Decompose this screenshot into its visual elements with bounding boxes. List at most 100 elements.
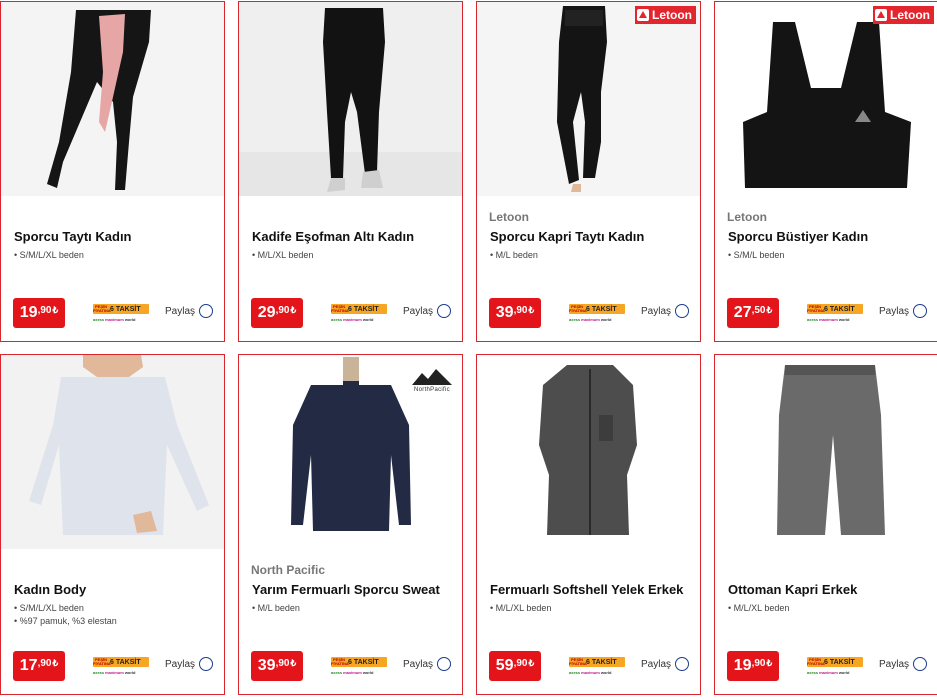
product-image[interactable] xyxy=(715,355,937,549)
card-maximum: maximum xyxy=(343,669,362,675)
currency-symbol: ₺ xyxy=(52,657,59,668)
product-details: • S/M/L/XL beden • %97 pamuk, %3 elestan xyxy=(14,602,117,628)
product-image[interactable] xyxy=(1,2,224,196)
product-name[interactable]: Sporcu Büstiyer Kadın xyxy=(728,229,868,244)
share-button[interactable]: Paylaş xyxy=(879,304,928,318)
product-name[interactable]: Sporcu Taytı Kadın xyxy=(14,229,132,244)
product-name[interactable]: Ottoman Kapri Erkek xyxy=(728,582,857,597)
price-decimal: ,90 xyxy=(275,304,290,316)
product-details: • M/L/XL beden xyxy=(728,602,789,615)
price-tag: 19,90 ₺ xyxy=(727,651,779,681)
share-button[interactable]: Paylaş xyxy=(165,657,214,671)
price-integer: 29 xyxy=(257,304,276,321)
share-circle-icon[interactable] xyxy=(437,304,452,318)
card-maximum: maximum xyxy=(819,669,838,675)
share-label: Paylaş xyxy=(165,305,196,317)
product-details: • M/L/XL beden xyxy=(252,249,313,262)
taksit-label: 6 TAKSİT xyxy=(348,658,379,666)
card-world: world xyxy=(838,669,850,675)
share-circle-icon[interactable] xyxy=(675,657,690,671)
card-world: world xyxy=(362,316,374,322)
card-maximum: maximum xyxy=(105,316,124,322)
product-card[interactable]: Letoon Letoon Sporcu Kapri Taytı Kadın •… xyxy=(476,1,701,342)
share-button[interactable]: Paylaş xyxy=(879,657,928,671)
price-decimal: ,90 xyxy=(37,304,52,316)
share-circle-icon[interactable] xyxy=(199,304,214,318)
card-maximum: maximum xyxy=(581,669,600,675)
detail-line: • S/M/L/XL beden xyxy=(14,250,84,260)
product-card[interactable]: Kadife Eşofman Altı Kadın • M/L/XL beden… xyxy=(238,1,463,342)
pesin-label: PEŞİN FİYATINA xyxy=(807,657,825,666)
card-maximum: maximum xyxy=(819,316,838,322)
card-world: world xyxy=(600,669,612,675)
installment-badge: PEŞİN FİYATINA 6 TAKSİT axess maximum world xyxy=(331,657,387,677)
product-card[interactable]: Kadın Body • S/M/L/XL beden • %97 pamuk,… xyxy=(0,354,225,695)
share-button[interactable]: Paylaş xyxy=(641,657,690,671)
product-name[interactable]: Fermuarlı Softshell Yelek Erkek xyxy=(490,582,683,597)
product-details: • S/M/L/XL beden xyxy=(14,249,84,262)
share-button[interactable]: Paylaş xyxy=(403,657,452,671)
price-decimal: ,90 xyxy=(513,304,528,316)
price-decimal: ,90 xyxy=(513,657,528,669)
product-name[interactable]: Yarım Fermuarlı Sporcu Sweat xyxy=(252,582,440,597)
currency-symbol: ₺ xyxy=(528,657,535,668)
price-integer: 19 xyxy=(733,657,752,674)
product-image[interactable] xyxy=(477,355,700,549)
share-circle-icon[interactable] xyxy=(913,657,928,671)
share-button[interactable]: Paylaş xyxy=(641,304,690,318)
price-integer: 19 xyxy=(19,304,38,321)
sports-bra-image xyxy=(715,2,937,196)
card-world: world xyxy=(124,669,136,675)
installment-badge: PEŞİN FİYATINA 6 TAKSİT axess maximum world xyxy=(93,304,149,324)
product-card[interactable]: Letoon Letoon Sporcu Büstiyer Kadın • S/… xyxy=(714,1,937,342)
product-card[interactable]: Ottoman Kapri Erkek • M/L/XL beden 19,90… xyxy=(714,354,937,695)
card-maximum: maximum xyxy=(343,316,362,322)
product-name[interactable]: Kadın Body xyxy=(14,582,86,597)
capri-shorts-image xyxy=(715,355,937,549)
share-label: Paylaş xyxy=(879,305,910,317)
card-axess: axess xyxy=(807,316,819,322)
letoon-logo-badge: Letoon xyxy=(635,6,696,24)
product-image[interactable] xyxy=(239,2,462,196)
product-image[interactable]: NorthPacific xyxy=(239,355,462,549)
product-card[interactable]: Sporcu Taytı Kadın • S/M/L/XL beden 19,9… xyxy=(0,1,225,342)
taksit-label: 6 TAKSİT xyxy=(824,305,855,313)
letoon-logo-icon xyxy=(875,9,887,21)
product-brand: Letoon xyxy=(489,210,529,224)
installment-badge: PEŞİN FİYATINA 6 TAKSİT axess maximum world xyxy=(807,304,863,324)
pesin-label: PEŞİN FİYATINA xyxy=(93,657,111,666)
detail-line: • M/L/XL beden xyxy=(252,250,314,260)
detail-line: • S/M/L/XL beden xyxy=(14,603,84,613)
pesin-label: PEŞİN FİYATINA xyxy=(569,304,587,313)
product-image[interactable]: Letoon xyxy=(715,2,937,196)
taksit-label: 6 TAKSİT xyxy=(586,658,617,666)
share-label: Paylaş xyxy=(641,305,672,317)
north-pacific-logo: NorthPacific xyxy=(410,369,454,393)
letoon-logo-badge: Letoon xyxy=(873,6,934,24)
badge-label: Letoon xyxy=(890,8,930,22)
product-card[interactable]: NorthPacific North Pacific Yarım Fermuar… xyxy=(238,354,463,695)
product-card[interactable]: Fermuarlı Softshell Yelek Erkek • M/L/XL… xyxy=(476,354,701,695)
price-decimal: ,50 xyxy=(751,304,766,316)
currency-symbol: ₺ xyxy=(290,304,297,315)
product-image[interactable]: Letoon xyxy=(477,2,700,196)
detail-line: • M/L/XL beden xyxy=(728,603,790,613)
product-details: • M/L/XL beden xyxy=(490,602,551,615)
card-axess: axess xyxy=(331,316,343,322)
badge-label: NorthPacific xyxy=(414,387,450,393)
price-tag: 17,90 ₺ xyxy=(13,651,65,681)
share-circle-icon[interactable] xyxy=(913,304,928,318)
share-circle-icon[interactable] xyxy=(199,657,214,671)
share-circle-icon[interactable] xyxy=(437,657,452,671)
price-integer: 39 xyxy=(257,657,276,674)
product-name[interactable]: Kadife Eşofman Altı Kadın xyxy=(252,229,414,244)
share-button[interactable]: Paylaş xyxy=(165,304,214,318)
share-button[interactable]: Paylaş xyxy=(403,304,452,318)
card-maximum: maximum xyxy=(105,669,124,675)
leggings-image xyxy=(1,2,224,196)
share-circle-icon[interactable] xyxy=(675,304,690,318)
card-world: world xyxy=(838,316,850,322)
price-decimal: ,90 xyxy=(275,657,290,669)
product-name[interactable]: Sporcu Kapri Taytı Kadın xyxy=(490,229,644,244)
product-image[interactable] xyxy=(1,355,224,549)
